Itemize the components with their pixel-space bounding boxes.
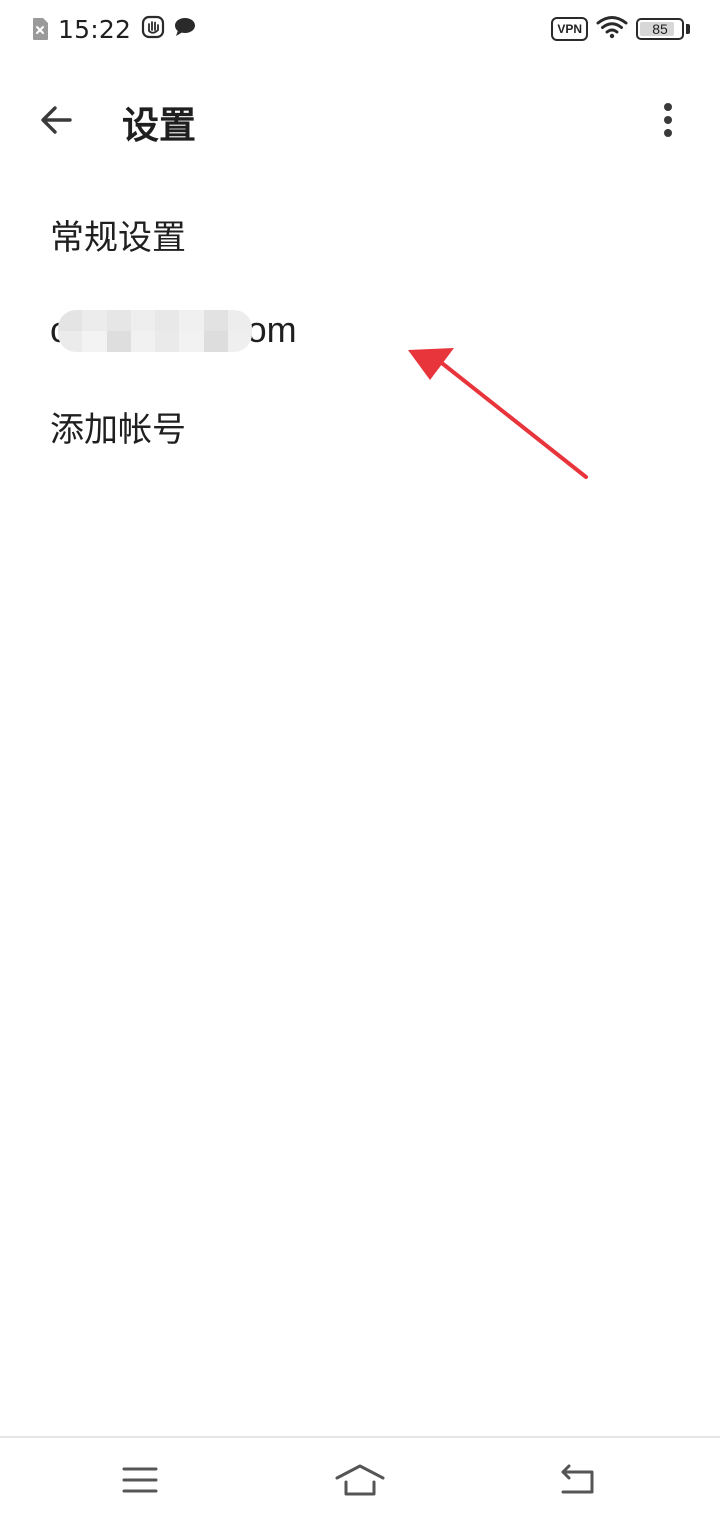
wifi-icon — [596, 15, 628, 43]
add-account-label: 添加帐号 — [50, 409, 186, 450]
general-settings-item[interactable]: 常规设置 — [0, 186, 720, 282]
menu-icon — [122, 1467, 158, 1493]
chat-bubble-icon — [173, 16, 197, 42]
vpn-badge: VPN — [551, 17, 588, 41]
back-return-icon — [561, 1464, 594, 1494]
nav-back-button[interactable] — [548, 1458, 608, 1502]
arrow-left-icon — [41, 106, 72, 134]
status-time: 15:22 — [58, 14, 132, 44]
nav-menu-button[interactable] — [110, 1458, 170, 1502]
hand-icon — [141, 15, 165, 43]
status-left: 15:22 — [30, 12, 197, 46]
redaction-mosaic — [58, 310, 252, 352]
back-button[interactable] — [28, 92, 84, 148]
navigation-bar — [0, 1436, 720, 1520]
battery-tip — [686, 24, 690, 34]
status-right: VPN 85 — [551, 14, 690, 44]
battery-icon: 85 — [636, 18, 684, 40]
nav-home-button[interactable] — [330, 1458, 390, 1502]
home-icon — [335, 1464, 385, 1496]
settings-list: 常规设置 c z@gmail.com 添加帐号 — [0, 186, 720, 474]
sim-off-icon — [30, 16, 50, 42]
app-bar: 设置 — [0, 70, 720, 170]
status-bar: 15:22 VPN 85 — [0, 0, 720, 58]
general-settings-label: 常规设置 — [50, 217, 186, 258]
account-item[interactable]: c z@gmail.com — [0, 282, 720, 378]
more-vertical-icon — [664, 103, 672, 137]
add-account-item[interactable]: 添加帐号 — [0, 378, 720, 474]
page-title: 设置 — [122, 104, 196, 147]
battery-level: 85 — [652, 21, 668, 37]
more-options-button[interactable] — [642, 94, 694, 146]
